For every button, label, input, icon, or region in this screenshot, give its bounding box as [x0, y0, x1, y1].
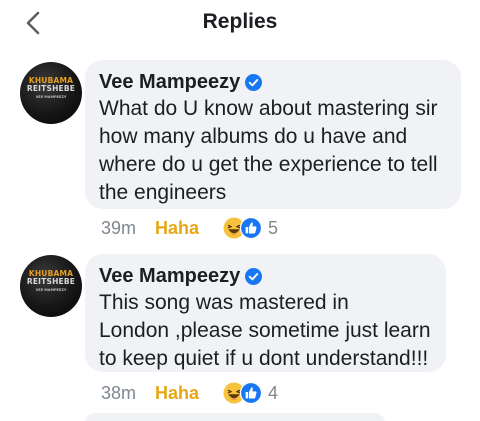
comment-text: This song was mastered in London ,please…	[99, 291, 431, 370]
avatar-logo: KHUBAMA REITSHEBE VEE MAMPEEZY	[26, 269, 76, 293]
like-icon	[240, 382, 262, 404]
avatar[interactable]: KHUBAMA REITSHEBE VEE MAMPEEZY	[20, 62, 82, 124]
comment-bubble[interactable]: Vee Mampeezy This song was mastered in L…	[85, 254, 446, 372]
like-icon	[240, 217, 262, 239]
reaction-count[interactable]: 4	[268, 383, 278, 404]
comment-meta: 38m Haha 4	[101, 380, 278, 406]
reaction-button[interactable]: Haha	[155, 218, 223, 239]
comment-author[interactable]: Vee Mampeezy	[99, 265, 240, 288]
replies-header: Replies	[0, 0, 480, 46]
reaction-summary[interactable]	[223, 216, 265, 240]
comment-timestamp[interactable]: 39m	[101, 218, 155, 239]
comment-bubble-partial[interactable]	[85, 413, 385, 421]
comment-author[interactable]: Vee Mampeezy	[99, 71, 240, 94]
page-title: Replies	[202, 10, 278, 33]
verified-badge-icon	[245, 267, 263, 285]
comment-meta: 39m Haha 5	[101, 215, 278, 241]
comment-text: What do U know about mastering sir how m…	[99, 97, 438, 204]
reaction-summary[interactable]	[223, 381, 265, 405]
reaction-button[interactable]: Haha	[155, 383, 223, 404]
reaction-count[interactable]: 5	[268, 218, 278, 239]
avatar[interactable]: KHUBAMA REITSHEBE VEE MAMPEEZY	[20, 255, 82, 317]
comment-bubble[interactable]: Vee Mampeezy What do U know about master…	[85, 60, 461, 209]
avatar-logo: KHUBAMA REITSHEBE VEE MAMPEEZY	[26, 76, 76, 100]
comment-timestamp[interactable]: 38m	[101, 383, 155, 404]
verified-badge-icon	[245, 73, 263, 91]
